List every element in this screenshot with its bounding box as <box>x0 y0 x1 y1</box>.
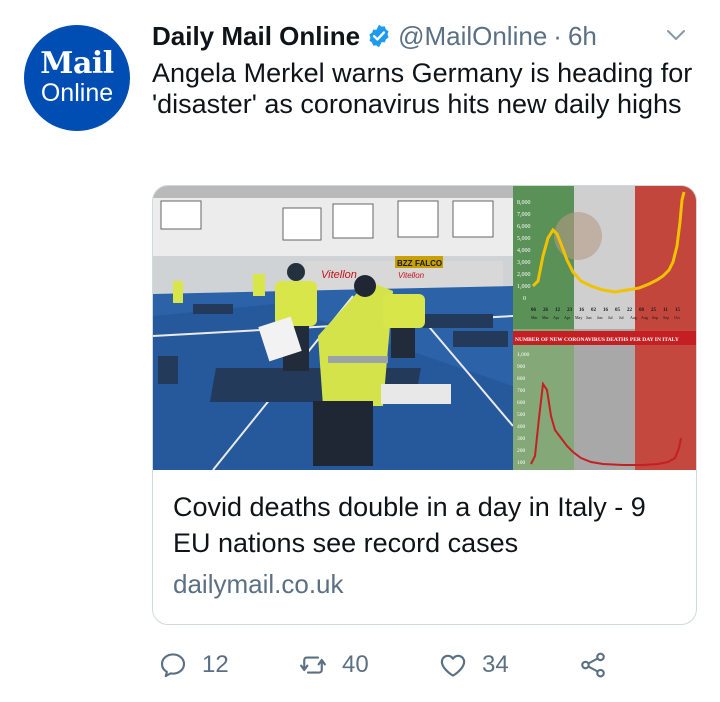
deaths-chart-title: NUMBER OF NEW CORONAVIRUS DEATHS PER DAY… <box>515 337 679 343</box>
card-domain: dailymail.co.uk <box>173 569 344 599</box>
link-card[interactable]: BZZ FALCO Vitellon Vitellon 8,000 7,000 … <box>152 185 697 625</box>
x-day-top: 15 <box>675 308 681 313</box>
gym-sign-vitellon-1: Vitellon <box>321 269 357 281</box>
share-button[interactable] <box>578 645 608 685</box>
x-month-top: Oct <box>674 315 681 320</box>
x-day-top: 12 <box>555 308 561 313</box>
x-month-top: Apr <box>564 315 571 320</box>
y-tick-bottom: 400 <box>517 424 526 430</box>
tweet-text: Angela Merkel warns Germany is heading f… <box>152 58 693 119</box>
x-month-top: Mar <box>542 315 549 320</box>
y-tick-top: 7,000 <box>517 212 531 218</box>
x-day-top: 11 <box>663 308 668 313</box>
reply-button[interactable]: 12 <box>158 645 229 685</box>
chevron-down-icon[interactable] <box>666 28 686 42</box>
timestamp[interactable]: 6h <box>568 21 597 52</box>
card-title[interactable]: Covid deaths double in a day in Italy - … <box>173 489 678 561</box>
tweet-header: Daily Mail Online @MailOnline · 6h <box>152 16 700 56</box>
heart-icon <box>440 654 466 677</box>
x-day-top: 16 <box>579 308 585 313</box>
avatar-line1: Mail <box>40 46 114 81</box>
y-tick-bottom: 700 <box>517 388 526 394</box>
y-tick-top: 0 <box>523 296 526 302</box>
y-tick-top: 5,000 <box>517 236 531 242</box>
y-tick-bottom: 300 <box>517 436 526 442</box>
x-month-top: Jun <box>586 315 592 320</box>
y-tick-bottom: 100 <box>517 460 526 466</box>
verified-badge-icon <box>369 24 389 48</box>
y-tick-bottom: 500 <box>517 412 526 418</box>
avatar-line2: Online <box>40 79 114 107</box>
y-tick-bottom: 600 <box>517 400 526 406</box>
y-tick-top: 1,000 <box>517 284 531 290</box>
handle[interactable]: @MailOnline <box>398 21 547 52</box>
x-day-top: 02 <box>591 308 597 313</box>
retweet-icon <box>300 656 326 674</box>
reply-icon <box>160 653 186 678</box>
separator: · <box>553 20 562 51</box>
x-month-top: Sep <box>652 315 658 320</box>
x-day-top: 23 <box>567 308 573 313</box>
like-count: 34 <box>482 651 509 678</box>
y-tick-bottom: 900 <box>517 364 526 370</box>
reply-count: 12 <box>202 651 229 678</box>
y-tick-top: 2,000 <box>517 272 531 278</box>
x-month-top: Aug <box>641 315 648 320</box>
y-tick-top: 3,000 <box>517 260 531 266</box>
share-icon <box>581 652 605 678</box>
y-tick-top: 6,000 <box>517 224 531 230</box>
x-day-top: 16 <box>603 308 609 313</box>
x-day-top: 06 <box>531 308 537 313</box>
y-tick-top: 4,000 <box>517 248 531 254</box>
y-tick-top: 8,000 <box>517 200 531 206</box>
gym-sign-bzz: BZZ <box>397 259 413 268</box>
x-month-top: May <box>575 315 582 320</box>
x-day-top: 22 <box>627 308 633 313</box>
x-month-top: Apr <box>553 315 560 320</box>
y-tick-bottom: 200 <box>517 448 526 454</box>
gym-sign-vitellon-2: Vitellon <box>398 271 425 280</box>
x-month-top: Sep <box>663 315 669 320</box>
display-name[interactable]: Daily Mail Online <box>152 21 360 52</box>
y-tick-bottom: 1,000 <box>517 352 530 358</box>
gym-sign-falco: FALCO <box>415 259 442 268</box>
x-day-top: 25 <box>651 308 657 313</box>
y-tick-bottom: 800 <box>517 376 526 382</box>
retweet-button[interactable]: 40 <box>298 645 369 685</box>
avatar[interactable]: Mail Online <box>24 25 130 131</box>
x-month-top: Mar <box>531 315 538 320</box>
x-month-top: Jun <box>597 315 603 320</box>
like-button[interactable]: 34 <box>438 645 509 685</box>
retweet-count: 40 <box>342 651 369 678</box>
x-day-top: 05 <box>615 308 621 313</box>
x-day-top: 08 <box>639 308 645 313</box>
x-day-top: 26 <box>543 308 549 313</box>
card-image[interactable]: BZZ FALCO Vitellon Vitellon 8,000 7,000 … <box>153 186 696 470</box>
x-month-top: Aug <box>630 315 637 320</box>
tweet-actions: 12 40 34 <box>152 645 712 685</box>
